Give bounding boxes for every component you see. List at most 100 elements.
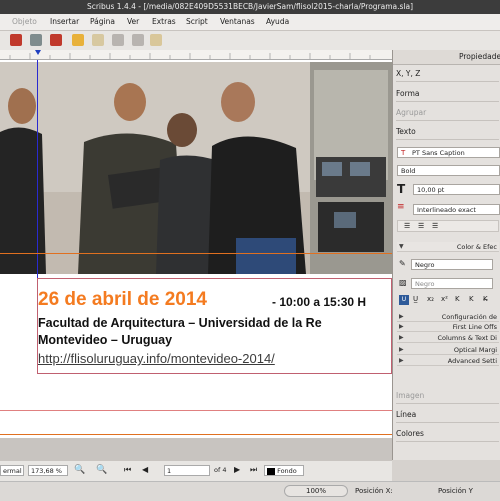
alignment-row: ☰ ☰ ☰ — [397, 220, 499, 232]
line-spacing-select[interactable]: Interlineado exact — [413, 204, 500, 215]
align-left-icon[interactable]: ☰ — [404, 222, 410, 230]
page-count: of 4 — [214, 466, 227, 474]
font-style-select[interactable]: Bold — [397, 165, 500, 176]
zoom-display[interactable]: 100% — [284, 485, 348, 497]
section-forma[interactable]: Forma — [396, 87, 499, 102]
font-family-select[interactable]: T PT Sans Caption — [397, 147, 500, 158]
copy-icon[interactable] — [132, 34, 144, 46]
color-effects-label: Color & Efec — [456, 243, 497, 251]
paste-icon[interactable] — [150, 34, 162, 46]
layer-color-swatch — [267, 467, 275, 475]
position-x-label: Posición X: — [355, 487, 393, 495]
subsection-label: First Line Offs — [452, 323, 497, 331]
section-colores[interactable]: Colores — [396, 427, 499, 442]
redo-icon[interactable] — [92, 34, 104, 46]
page-number-field[interactable]: 1 — [164, 465, 210, 476]
menu-pagina[interactable]: Página — [90, 14, 115, 30]
last-page-icon[interactable]: ⏭ — [250, 465, 257, 475]
text-style-buttons: U U̲ x₂ x² K K K̶ — [397, 295, 499, 307]
align-right-icon[interactable]: ☰ — [432, 222, 438, 230]
subsection-label: Configuración de — [441, 313, 497, 321]
event-place: Facultad de Arquitectura – Universidad d… — [38, 316, 322, 330]
title-bar: Scribus 1.4.4 - [/media/082E409D5531BECB… — [0, 0, 500, 14]
subsection-label: Optical Margi — [453, 346, 497, 354]
subsection-configuracion[interactable]: ▶ Configuración de — [397, 312, 499, 322]
event-time: - 10:00 a 15:30 H — [272, 295, 367, 309]
horizontal-ruler — [0, 50, 392, 60]
layer-select[interactable]: Fondo — [264, 465, 304, 476]
small-caps-button[interactable]: K — [469, 295, 474, 303]
font-family-value: PT Sans Caption — [412, 149, 465, 157]
window-title: Scribus 1.4.4 - [/media/082E409D5531BECB… — [86, 2, 414, 11]
underline-words-button[interactable]: U̲ — [413, 295, 418, 303]
menu-script[interactable]: Script — [186, 14, 208, 30]
stroke-color-icon: ✎ — [399, 259, 406, 268]
collapsed-triangle-icon: ▶ — [399, 323, 404, 330]
superscript-button[interactable]: x² — [441, 295, 448, 303]
first-page-icon[interactable]: ⏮ — [124, 465, 131, 475]
section-agrupar[interactable]: Agrupar — [396, 106, 499, 121]
underline-button[interactable]: U — [399, 295, 409, 305]
section-linea[interactable]: Línea — [396, 408, 499, 423]
subsection-columns[interactable]: ▶ Columns & Text Di — [397, 333, 499, 343]
caps-button[interactable]: K — [455, 295, 460, 303]
menu-bar: Objeto Insertar Página Ver Extras Script… — [0, 14, 500, 31]
strikethrough-button[interactable]: K̶ — [483, 295, 488, 303]
line-spacing-icon: ≡ — [397, 202, 405, 212]
subsection-advanced[interactable]: ▶ Advanced Setti — [397, 356, 499, 366]
collapsed-triangle-icon: ▶ — [399, 346, 404, 353]
font-size-field[interactable]: 10,00 pt — [413, 184, 500, 195]
panel-title: Propiedades — [459, 52, 500, 61]
margin-guide-top — [0, 253, 392, 254]
properties-panel: Propiedades X, Y, Z Forma Agrupar Texto … — [392, 50, 500, 460]
guide-vertical — [37, 60, 38, 290]
ruler-ticks — [9, 50, 371, 59]
collapsed-triangle-icon: ▶ — [399, 313, 404, 320]
section-xyz[interactable]: X, Y, Z — [396, 67, 499, 82]
subscript-button[interactable]: x₂ — [427, 295, 434, 303]
stroke-color-select[interactable]: Negro — [411, 278, 493, 289]
subsection-label: Columns & Text Di — [437, 334, 497, 342]
menu-ventanas[interactable]: Ventanas — [220, 14, 255, 30]
align-center-icon[interactable]: ☰ — [418, 222, 424, 230]
prev-page-icon[interactable]: ◀ — [142, 465, 148, 474]
event-city: Montevideo – Uruguay — [38, 333, 173, 347]
menu-ver[interactable]: Ver — [127, 14, 139, 30]
document-canvas[interactable]: 26 de abril de 2014 - 10:00 a 15:30 H Fa… — [0, 60, 392, 460]
menu-insertar[interactable]: Insertar — [50, 14, 79, 30]
pasteboard — [0, 438, 392, 460]
zoom-in-icon[interactable]: 🔍 — [96, 465, 107, 475]
pdf-icon[interactable] — [50, 34, 62, 46]
collapsed-triangle-icon: ▶ — [399, 334, 404, 341]
toolbar — [0, 31, 500, 51]
photo-frame[interactable] — [0, 62, 392, 274]
section-imagen[interactable]: Imagen — [396, 389, 499, 404]
save-icon[interactable] — [10, 34, 22, 46]
event-url: http://flisoluruguay.info/montevideo-201… — [38, 351, 275, 366]
panel-header: Propiedades — [393, 50, 500, 65]
section-color-effects[interactable]: ▼ Color & Efec — [397, 242, 499, 252]
menu-objeto[interactable]: Objeto — [12, 14, 37, 30]
text-color-select[interactable]: Negro — [411, 259, 493, 270]
next-page-icon[interactable]: ▶ — [234, 465, 240, 474]
view-mode-select[interactable]: ermal — [0, 465, 24, 476]
event-date: 26 de abril de 2014 — [38, 289, 207, 310]
menu-extras[interactable]: Extras — [152, 14, 176, 30]
font-size-icon: T — [397, 182, 406, 196]
menu-ayuda[interactable]: Ayuda — [266, 14, 289, 30]
undo-icon[interactable] — [72, 34, 84, 46]
status-bar: ermal 173,68 % 🔍 🔍 ⏮ ◀ 1 of 4 ▶ ⏭ Fondo — [0, 460, 392, 481]
subsection-optical-margins[interactable]: ▶ Optical Margi — [397, 345, 499, 355]
section-texto[interactable]: Texto — [396, 125, 499, 140]
subsection-first-line[interactable]: ▶ First Line Offs — [397, 322, 499, 332]
collapsed-triangle-icon: ▶ — [399, 357, 404, 364]
zoom-out-icon[interactable]: 🔍 — [74, 465, 85, 475]
fill-color-icon: ▨ — [399, 278, 407, 287]
zoom-field[interactable]: 173,68 % — [28, 465, 68, 476]
bleed-guide — [0, 434, 392, 435]
position-y-label: Posición Y — [438, 487, 473, 495]
subsection-label: Advanced Setti — [447, 357, 497, 365]
layer-name: Fondo — [277, 467, 297, 475]
cut-icon[interactable] — [112, 34, 124, 46]
print-icon[interactable] — [30, 34, 42, 46]
